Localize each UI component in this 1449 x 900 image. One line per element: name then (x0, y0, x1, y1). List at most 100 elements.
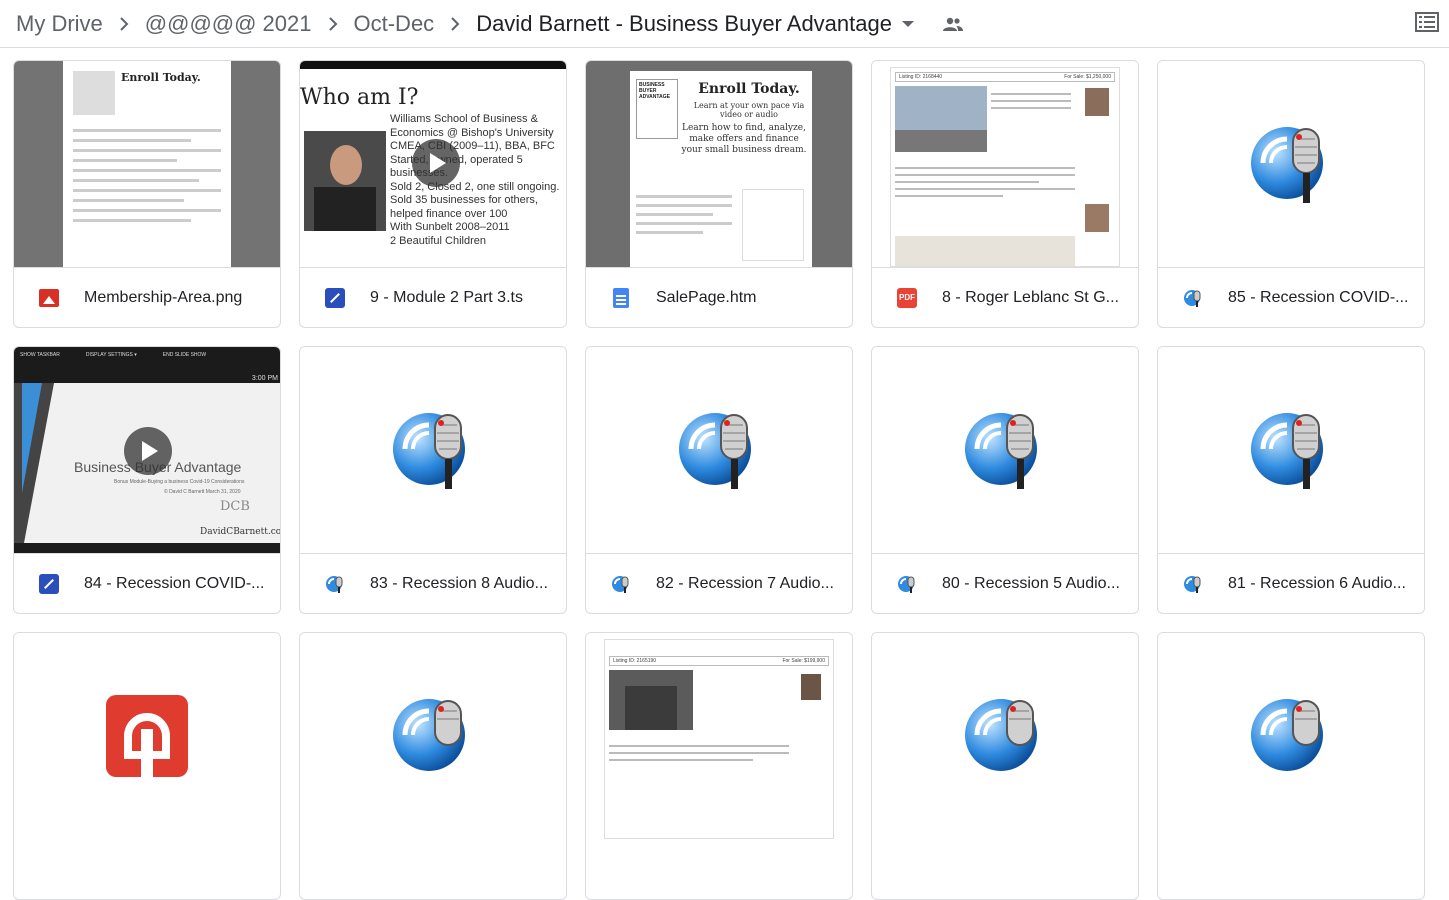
file-thumbnail (872, 633, 1138, 839)
show-taskbar-label: SHOW TASKBAR (20, 352, 60, 358)
list-view-icon[interactable] (1415, 10, 1439, 34)
top-bar: My Drive @@@@@ 2021 Oct-Dec David Barnet… (0, 0, 1449, 48)
display-settings-label: DISPLAY SETTINGS ▾ (85, 352, 137, 358)
file-name: 81 - Recession 6 Audio... (1228, 574, 1406, 592)
doc-icon (610, 287, 632, 309)
file-meta: 82 - Recession 7 Audio... (586, 553, 852, 613)
bullet-item: With Sunbelt 2008–2011 (390, 221, 510, 233)
file-card[interactable]: Enroll Today. Membership-Area.png (13, 60, 281, 328)
presenter-photo (304, 131, 386, 231)
listing-price: For Sale: $1,250,000 (1064, 74, 1111, 80)
file-name: 80 - Recession 5 Audio... (942, 574, 1120, 592)
preview-heading: Enroll Today. (698, 81, 800, 97)
play-icon[interactable] (412, 139, 460, 187)
image-icon (38, 287, 60, 309)
audio-icon (1182, 287, 1204, 309)
file-name: 83 - Recession 8 Audio... (370, 574, 548, 592)
file-name: SalePage.htm (656, 288, 757, 306)
file-card[interactable] (299, 632, 567, 900)
file-thumbnail (586, 347, 852, 553)
file-thumbnail (14, 633, 280, 839)
preview-body: Learn how to find, analyze, make offers … (681, 123, 807, 155)
microphone-icon (393, 699, 465, 771)
chevron-right-icon (103, 16, 145, 31)
file-meta: 80 - Recession 5 Audio... (872, 553, 1138, 613)
preview-subheading: Learn at your own pace via video or audi… (693, 101, 805, 119)
breadcrumb-my-drive[interactable]: My Drive (16, 11, 103, 37)
file-card[interactable]: BUSINESS BUYER ADVANTAGE Enroll Today. L… (585, 60, 853, 328)
slide-subtitle: Bonus Module-Buying a business Covid-19 … (114, 479, 245, 485)
slide-copyright: © David C Barnett March 31, 2020 (164, 489, 241, 495)
file-thumbnail: SHOW TASKBAR DISPLAY SETTINGS ▾ END SLID… (14, 347, 280, 553)
file-meta: 9 - Module 2 Part 3.ts (300, 267, 566, 327)
file-card[interactable]: 82 - Recession 7 Audio... (585, 346, 853, 614)
file-thumbnail: Listing ID: 2165190 For Sale: $199,900 (586, 633, 852, 839)
preview-badge: BUSINESS BUYER ADVANTAGE (636, 79, 678, 139)
listing-id: Listing ID: 2168440 (899, 74, 943, 80)
file-name: 84 - Recession COVID-... (84, 574, 265, 592)
file-thumbnail (1158, 347, 1424, 553)
audio-icon (1182, 573, 1204, 595)
chevron-right-icon (434, 16, 476, 31)
file-name: 9 - Module 2 Part 3.ts (370, 288, 523, 306)
end-slide-show-label: END SLIDE SHOW (162, 352, 207, 358)
file-card[interactable]: 81 - Recession 6 Audio... (1157, 346, 1425, 614)
file-thumbnail: BUSINESS BUYER ADVANTAGE Enroll Today. L… (586, 61, 852, 267)
file-card[interactable]: Listing ID: 2168440 For Sale: $1,250,000 (871, 60, 1139, 328)
file-name: 82 - Recession 7 Audio... (656, 574, 834, 592)
file-card[interactable]: Listing ID: 2165190 For Sale: $199,900 (585, 632, 853, 900)
breadcrumb-year-folder[interactable]: @@@@@ 2021 (145, 11, 312, 37)
file-thumbnail (1158, 61, 1424, 267)
file-name: 8 - Roger Leblanc St G... (942, 288, 1119, 306)
video-icon (324, 287, 346, 309)
file-name: 85 - Recession COVID-... (1228, 288, 1409, 306)
file-thumbnail: Who am I? Williams School of Business & … (300, 61, 566, 267)
microphone-icon (965, 413, 1037, 489)
bullet-item: 2 Beautiful Children (390, 234, 487, 247)
chevron-right-icon (312, 16, 354, 31)
file-card[interactable] (13, 632, 281, 900)
file-card[interactable]: 85 - Recession COVID-... (1157, 60, 1425, 328)
breadcrumb-current-folder[interactable]: David Barnett - Business Buyer Advantage (476, 11, 892, 37)
file-thumbnail (872, 347, 1138, 553)
sale-page-preview: BUSINESS BUYER ADVANTAGE Enroll Today. L… (630, 71, 812, 267)
file-meta: SalePage.htm (586, 267, 852, 327)
file-thumbnail (300, 347, 566, 553)
microphone-icon (1251, 413, 1323, 489)
file-meta: 85 - Recession COVID-... (1158, 267, 1424, 327)
play-icon[interactable] (124, 427, 172, 475)
slide-bullets: Williams School of Business & Economics … (390, 113, 566, 248)
pdf-icon: PDF (896, 287, 918, 309)
video-icon (38, 573, 60, 595)
file-card[interactable]: 83 - Recession 8 Audio... (299, 346, 567, 614)
audio-icon (610, 573, 632, 595)
file-card[interactable] (1157, 632, 1425, 900)
shared-people-icon[interactable] (942, 16, 964, 32)
membership-page-preview: Enroll Today. (63, 61, 231, 267)
file-thumbnail (300, 633, 566, 839)
clock: 3:00 PM (251, 375, 278, 382)
audio-icon (324, 573, 346, 595)
file-meta: 81 - Recession 6 Audio... (1158, 553, 1424, 613)
microphone-icon (1251, 127, 1323, 203)
folder-menu-dropdown-icon[interactable] (901, 20, 914, 27)
pdf-page-preview: Listing ID: 2165190 For Sale: $199,900 (604, 639, 834, 839)
file-card[interactable]: 80 - Recession 5 Audio... (871, 346, 1139, 614)
file-meta: 84 - Recession COVID-... (14, 553, 280, 613)
app-logo-icon (106, 695, 188, 777)
bullet-item: Williams School of Business & Economics … (390, 113, 554, 139)
microphone-icon (1251, 699, 1323, 771)
bullet-item: Sold 35 businesses for others, helped fi… (390, 194, 538, 220)
breadcrumb-oct-dec[interactable]: Oct-Dec (354, 11, 435, 37)
slide-title: Who am I? (300, 85, 419, 110)
file-meta: PDF 8 - Roger Leblanc St G... (872, 267, 1138, 327)
file-card[interactable] (871, 632, 1139, 900)
slide-site: DavidCBarnett.com (200, 527, 280, 537)
file-card[interactable]: Who am I? Williams School of Business & … (299, 60, 567, 328)
listing-price: For Sale: $199,900 (782, 658, 825, 664)
file-card[interactable]: SHOW TASKBAR DISPLAY SETTINGS ▾ END SLID… (13, 346, 281, 614)
microphone-icon (965, 699, 1037, 771)
file-thumbnail (1158, 633, 1424, 839)
file-meta: 83 - Recession 8 Audio... (300, 553, 566, 613)
audio-icon (896, 573, 918, 595)
